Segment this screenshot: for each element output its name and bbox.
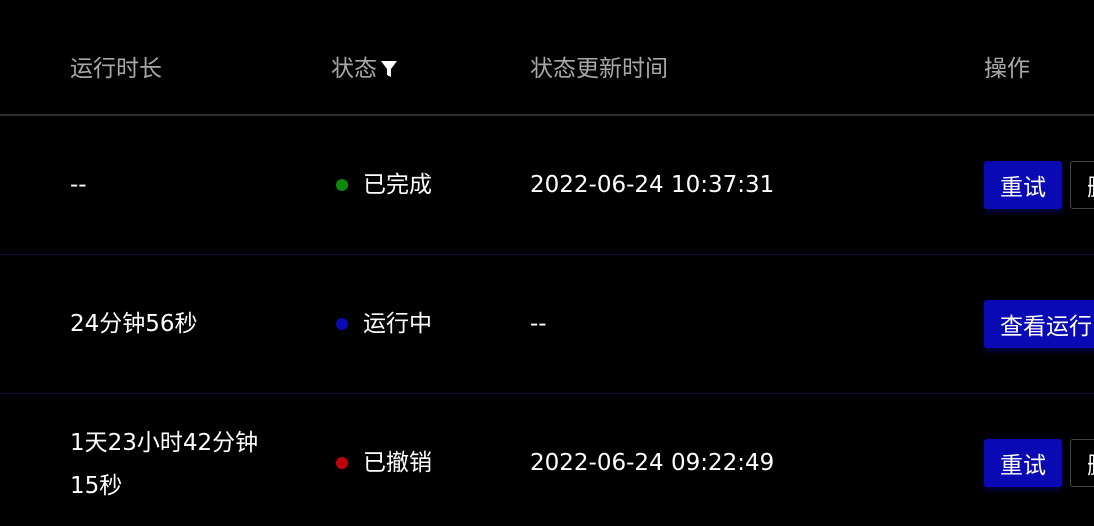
- status-cell: 已撤销: [336, 446, 432, 480]
- column-header-status[interactable]: 状态: [331, 52, 398, 86]
- column-header-duration: 运行时长: [70, 56, 162, 82]
- duration-cell: 24分钟56秒: [70, 311, 198, 337]
- retry-button[interactable]: 重试: [984, 161, 1062, 209]
- status-label: 已撤销: [363, 450, 432, 476]
- column-header-actions: 操作: [984, 56, 1030, 82]
- status-dot-icon: [336, 179, 348, 191]
- actions-cell: 重试 删: [984, 439, 1094, 487]
- task-table: 运行时长 状态 状态更新时间 操作 -- 已完成 2022-06-24 10:3…: [0, 0, 1094, 526]
- updated-cell: 2022-06-24 10:37:31: [530, 172, 775, 198]
- column-header-updated: 状态更新时间: [530, 56, 668, 82]
- duration-cell: 1天23小时42分钟15秒: [70, 430, 259, 499]
- view-run-button[interactable]: 查看运行: [984, 300, 1094, 348]
- updated-cell: --: [530, 311, 547, 337]
- retry-button[interactable]: 重试: [984, 439, 1062, 487]
- actions-cell: 重试 删: [984, 161, 1094, 209]
- status-cell: 已完成: [336, 168, 432, 202]
- status-dot-icon: [336, 457, 348, 469]
- table-row: -- 已完成 2022-06-24 10:37:31 重试 删: [0, 116, 1094, 255]
- delete-button[interactable]: 删: [1070, 161, 1094, 209]
- table-header: 运行时长 状态 状态更新时间 操作: [0, 0, 1094, 116]
- column-header-status-label: 状态: [331, 56, 377, 82]
- status-dot-icon: [336, 318, 348, 330]
- duration-cell: --: [70, 172, 87, 198]
- table-row: 24分钟56秒 运行中 -- 查看运行: [0, 255, 1094, 394]
- status-cell: 运行中: [336, 307, 432, 341]
- filter-icon[interactable]: [380, 58, 398, 80]
- delete-button[interactable]: 删: [1070, 439, 1094, 487]
- status-label: 运行中: [363, 311, 432, 337]
- table-row: 1天23小时42分钟15秒 已撤销 2022-06-24 09:22:49 重试…: [0, 394, 1094, 526]
- status-label: 已完成: [363, 172, 432, 198]
- actions-cell: 查看运行: [984, 300, 1094, 348]
- updated-cell: 2022-06-24 09:22:49: [530, 450, 775, 476]
